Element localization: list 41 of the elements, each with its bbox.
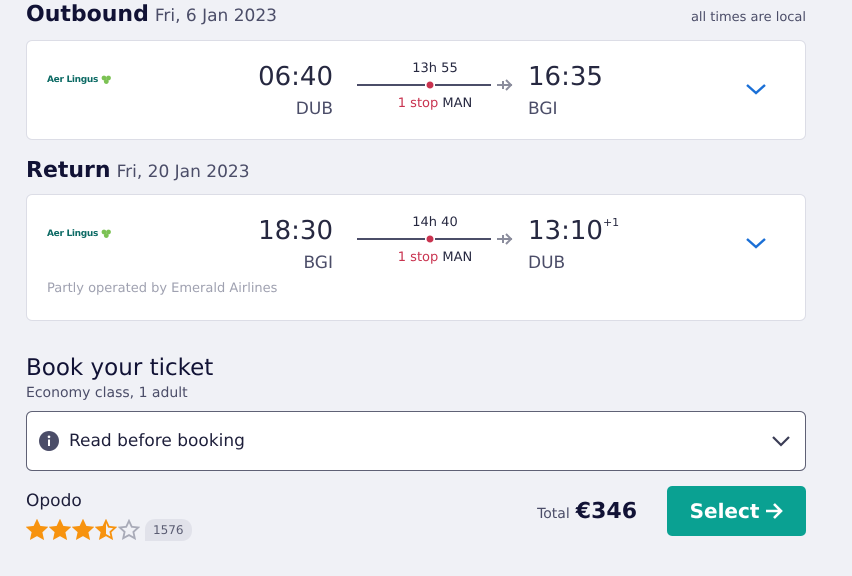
review-count: 1576 [145,519,192,541]
section-title: Return [26,158,111,183]
departure-time: 18:30 [258,215,333,248]
flight-card[interactable]: Aer Lingus 06:40 DUB 13h 55 1 stop MAN 16:35 BGI [26,40,806,140]
shamrock-icon [101,75,112,85]
total-price: €346 [576,498,637,524]
info-icon [39,431,59,451]
arrival-time: 13:10 [528,215,603,248]
departure-time: 06:40 [258,61,333,94]
arrival-time: 16:35 [528,61,603,94]
provider-name: Opodo [26,491,82,511]
stop-info: 1 stop MAN [398,95,472,113]
airline-name: Aer Lingus [47,229,98,239]
star-icon [72,519,94,541]
time-note: all times are local [690,10,806,25]
airport-code: BGI [528,98,558,121]
section-title: Outbound [26,2,149,27]
star-icon [118,519,140,541]
flight-date: Fri, 20 Jan 2023 [116,162,250,182]
chevron-down-icon[interactable] [745,237,767,249]
airport-code: DUB [296,98,333,121]
flight-duration: 13h 55 [412,61,458,77]
star-icon [49,519,71,541]
flight-duration: 14h 40 [412,215,458,231]
star-icon [95,519,117,541]
info-dropdown[interactable]: Read before booking [26,411,806,471]
arrow-right-icon [765,503,784,519]
chevron-down-icon [771,435,791,447]
flight-date: Fri, 6 Jan 2023 [154,6,277,26]
airport-code: BGI [303,252,333,275]
section-title: Book your ticket [26,355,214,381]
airport-code: DUB [528,252,566,275]
total-label: Total [537,506,570,522]
day-offset: +1 [602,216,620,229]
stop-info: 1 stop MAN [398,249,472,267]
star-icon [26,519,48,541]
airline-name: Aer Lingus [47,75,98,85]
operator-note: Partly operated by Emerald Airlines [47,281,278,296]
shamrock-icon [101,229,112,239]
fare-summary: Economy class, 1 adult [26,385,188,401]
chevron-down-icon[interactable] [745,83,767,95]
